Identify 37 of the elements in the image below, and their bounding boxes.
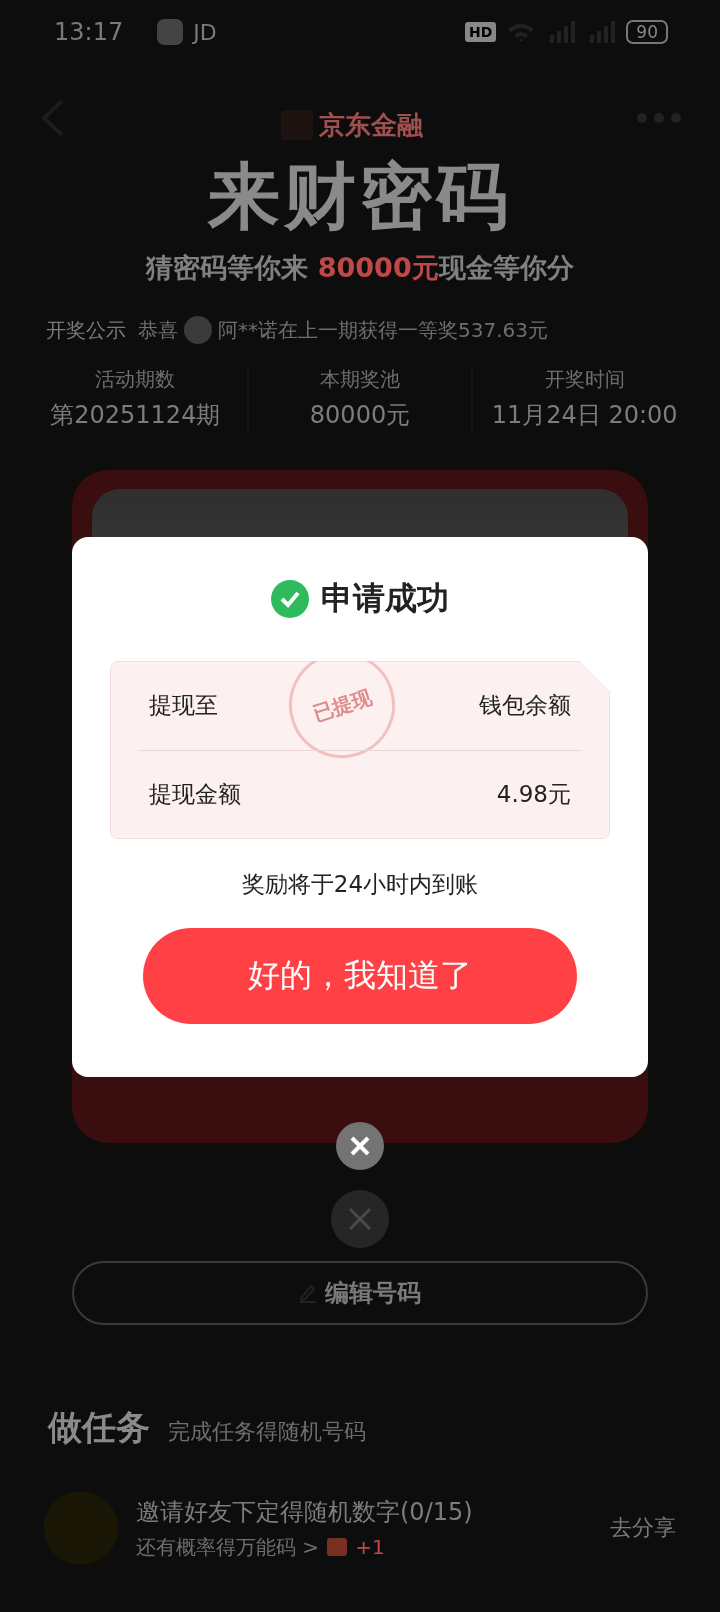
section-subtitle: 完成任务得随机号码	[168, 1418, 366, 1446]
receipt-label: 提现金额	[149, 779, 241, 809]
close-icon	[349, 1135, 371, 1157]
task-hint: 还有概率得万能码 >	[136, 1533, 320, 1561]
receipt-label: 提现至	[149, 691, 218, 721]
ticket-icon	[327, 1538, 348, 1556]
announcement-label: 开奖公示	[46, 316, 126, 344]
brand-name: 京东金融	[319, 108, 423, 142]
share-button[interactable]: 去分享	[610, 1513, 676, 1543]
stat-label: 本期奖池	[320, 366, 400, 393]
receipt-value: 4.98元	[496, 779, 571, 809]
confirm-button[interactable]: 好的，我知道了	[143, 928, 577, 1024]
task-title: 邀请好友下定得随机数字(0/15)	[136, 1496, 474, 1528]
stat-value: 80000元	[309, 400, 411, 431]
announcement-text: 阿**诺在上一期获得一等奖537.63元	[218, 316, 548, 344]
close-icon	[347, 1206, 373, 1232]
dialog-note: 奖励将于24小时内到账	[241, 870, 479, 899]
dialog-title: 申请成功	[321, 578, 449, 619]
battery-icon: 90	[626, 20, 668, 44]
avatar-icon	[184, 316, 212, 344]
success-check-icon	[271, 580, 309, 618]
section-title: 做任务	[48, 1406, 150, 1449]
page-subtitle: 猜密码等你来 80000元现金等你分	[144, 251, 575, 285]
stat-value: 11月24日 20:00	[491, 400, 678, 431]
app-label: JD	[193, 19, 217, 45]
reward-count: +1	[355, 1535, 385, 1559]
stat-value: 第20251124期	[50, 400, 221, 431]
edit-button[interactable]: 编辑号码	[72, 1261, 648, 1325]
app-icon	[157, 19, 184, 45]
receipt-value: 钱包余额	[479, 691, 571, 721]
hd-badge: HD	[465, 22, 497, 42]
status-time: 13:17	[54, 18, 124, 46]
close-button[interactable]	[336, 1122, 384, 1170]
stat-label: 开奖时间	[544, 366, 625, 393]
page-title: 来财密码	[206, 156, 513, 236]
announcement-text: 恭喜	[138, 316, 178, 344]
stat-label: 活动期数	[95, 366, 176, 393]
